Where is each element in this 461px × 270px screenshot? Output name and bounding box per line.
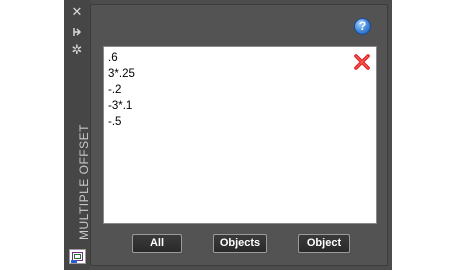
offset-value-line: -.2 bbox=[108, 84, 122, 96]
offset-value-line: -3*.1 bbox=[108, 100, 133, 112]
objects-button[interactable]: Objects bbox=[213, 234, 267, 253]
delete-icon[interactable] bbox=[354, 54, 370, 70]
properties-icon[interactable] bbox=[69, 249, 86, 264]
object-button[interactable]: Object bbox=[298, 234, 350, 253]
auto-hide-icon[interactable] bbox=[70, 25, 84, 39]
all-button[interactable]: All bbox=[132, 234, 182, 253]
help-icon[interactable]: ? bbox=[354, 18, 371, 35]
close-icon[interactable]: ✕ bbox=[70, 6, 84, 20]
offset-value-line: .6 bbox=[108, 52, 118, 64]
offset-values-textarea[interactable]: .6 3*.25 -.2 -3*.1 -.5 bbox=[103, 46, 377, 224]
settings-icon[interactable]: ✲ bbox=[70, 44, 84, 58]
offset-value-line: -.5 bbox=[108, 116, 122, 128]
palette-title: MULTIPLE OFFSET bbox=[77, 124, 91, 240]
offset-value-line: 3*.25 bbox=[108, 68, 135, 80]
